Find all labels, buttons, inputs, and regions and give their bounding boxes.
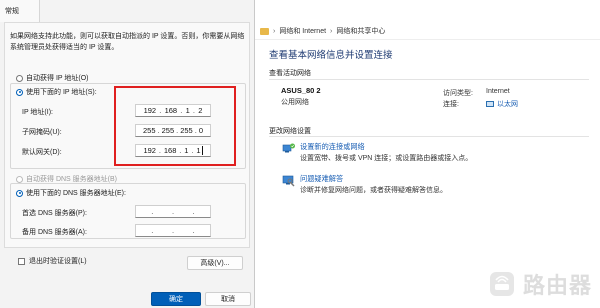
manual-ip-label: 使用下面的 IP 地址(S): bbox=[26, 89, 97, 96]
advanced-button[interactable]: 高级(V)... bbox=[187, 256, 243, 270]
chevron-right-icon: › bbox=[273, 27, 276, 35]
tab-general-label: 常规 bbox=[5, 8, 19, 15]
breadcrumb-item-sharing-center[interactable]: 网络和共享中心 bbox=[336, 26, 385, 36]
radio-icon[interactable] bbox=[16, 88, 23, 96]
breadcrumb-item-network[interactable]: 网络和 Internet bbox=[279, 26, 326, 36]
task-troubleshoot-link[interactable]: 问题疑难解答 bbox=[300, 174, 343, 184]
preferred-dns-label: 首选 DNS 服务器(P): bbox=[22, 210, 87, 217]
network-name: ASUS_80 2 bbox=[281, 86, 321, 95]
active-networks-label: 查看活动网络 bbox=[269, 70, 311, 77]
divider bbox=[269, 136, 589, 137]
address-bar: › 网络和 Internet › 网络和共享中心 bbox=[255, 0, 600, 40]
default-gateway-label: 默认网关(D): bbox=[22, 149, 62, 156]
access-type-label: 访问类型: bbox=[443, 90, 473, 97]
connection-link[interactable]: 以太网 bbox=[486, 99, 518, 109]
checkbox-icon[interactable] bbox=[18, 257, 25, 265]
network-setup-icon bbox=[282, 142, 296, 156]
validate-on-exit-checkbox[interactable]: 退出时验证设置(L) bbox=[18, 256, 87, 266]
ok-button[interactable]: 确定 bbox=[151, 292, 201, 306]
chevron-right-icon: › bbox=[330, 27, 333, 35]
radio-icon[interactable] bbox=[16, 175, 23, 183]
task-troubleshoot-desc: 诊断并修复网络问题，或者获得疑难解答信息。 bbox=[300, 187, 447, 194]
subnet-mask-label: 子网掩码(U): bbox=[22, 129, 62, 136]
network-type: 公用网络 bbox=[281, 99, 309, 106]
validate-on-exit-label: 退出时验证设置(L) bbox=[29, 258, 87, 265]
router-logo-icon bbox=[487, 269, 517, 299]
task-setup-connection-link[interactable]: 设置新的连接或网络 bbox=[300, 142, 365, 152]
auto-ip-label: 自动获得 IP 地址(O) bbox=[26, 75, 89, 82]
alternate-dns-label: 备用 DNS 服务器(A): bbox=[22, 229, 87, 236]
watermark-text: 路由器 bbox=[522, 273, 592, 298]
cancel-button[interactable]: 取消 bbox=[205, 292, 251, 306]
alternate-dns-field[interactable]: ... bbox=[135, 224, 211, 237]
ethernet-icon bbox=[486, 101, 494, 107]
divider bbox=[269, 79, 589, 80]
task-setup-connection-desc: 设置宽带、拨号或 VPN 连接；或设置路由器或接入点。 bbox=[300, 155, 473, 162]
auto-dns-radio[interactable]: 自动获得 DNS 服务器地址(B) bbox=[16, 174, 117, 184]
watermark: 路由器 bbox=[487, 268, 592, 300]
manual-dns-radio[interactable]: 使用下面的 DNS 服务器地址(E): bbox=[16, 188, 126, 198]
manual-ip-radio[interactable]: 使用下面的 IP 地址(S): bbox=[16, 87, 97, 97]
ip-address-label: IP 地址(I): bbox=[22, 109, 53, 116]
breadcrumb[interactable]: › 网络和 Internet › 网络和共享中心 bbox=[260, 24, 600, 38]
folder-icon bbox=[260, 27, 269, 35]
connection-value[interactable]: 以太网 bbox=[497, 99, 518, 109]
access-type-value: Internet bbox=[486, 88, 510, 95]
auto-ip-radio[interactable]: 自动获得 IP 地址(O) bbox=[16, 73, 88, 83]
change-settings-label: 更改网络设置 bbox=[269, 128, 311, 135]
connections-label: 连接: bbox=[443, 101, 459, 108]
page-title: 查看基本网络信息并设置连接 bbox=[269, 50, 393, 61]
dialog-description: 如果网络支持此功能，则可以获取自动指派的 IP 设置。否则，你需要从网络系统管理… bbox=[10, 33, 245, 51]
preferred-dns-field[interactable]: ... bbox=[135, 205, 211, 218]
radio-icon[interactable] bbox=[16, 74, 23, 82]
troubleshoot-icon bbox=[282, 174, 296, 188]
manual-dns-label: 使用下面的 DNS 服务器地址(E): bbox=[26, 190, 126, 197]
tab-general[interactable]: 常规 bbox=[0, 0, 40, 22]
radio-icon[interactable] bbox=[16, 189, 23, 197]
highlight-box bbox=[114, 86, 236, 166]
auto-dns-label: 自动获得 DNS 服务器地址(B) bbox=[26, 176, 117, 183]
